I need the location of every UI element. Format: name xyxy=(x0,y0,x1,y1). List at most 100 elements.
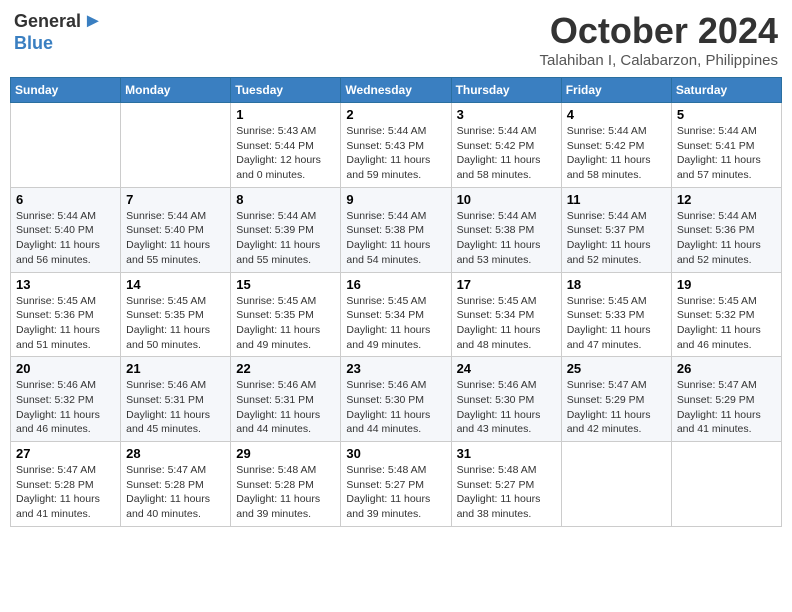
day-info: Sunrise: 5:44 AM Sunset: 5:40 PM Dayligh… xyxy=(16,209,115,268)
day-of-week-header: Friday xyxy=(561,78,671,103)
day-number: 3 xyxy=(457,107,556,122)
day-info: Sunrise: 5:46 AM Sunset: 5:32 PM Dayligh… xyxy=(16,378,115,437)
day-number: 31 xyxy=(457,446,556,461)
day-of-week-header: Saturday xyxy=(671,78,781,103)
calendar-cell: 19 Sunrise: 5:45 AM Sunset: 5:32 PM Dayli… xyxy=(671,272,781,357)
calendar-cell xyxy=(121,103,231,188)
calendar-cell: 15 Sunrise: 5:45 AM Sunset: 5:35 PM Dayli… xyxy=(231,272,341,357)
page-header: General ► Blue October 2024 Talahiban I,… xyxy=(10,10,782,69)
calendar-header-row: SundayMondayTuesdayWednesdayThursdayFrid… xyxy=(11,78,782,103)
calendar-cell: 31 Sunrise: 5:48 AM Sunset: 5:27 PM Dayli… xyxy=(451,442,561,527)
calendar-cell xyxy=(11,103,121,188)
calendar-cell: 21 Sunrise: 5:46 AM Sunset: 5:31 PM Dayli… xyxy=(121,357,231,442)
day-number: 23 xyxy=(346,361,445,376)
day-number: 15 xyxy=(236,277,335,292)
day-number: 22 xyxy=(236,361,335,376)
calendar-cell: 14 Sunrise: 5:45 AM Sunset: 5:35 PM Dayli… xyxy=(121,272,231,357)
day-info: Sunrise: 5:45 AM Sunset: 5:36 PM Dayligh… xyxy=(16,294,115,353)
day-info: Sunrise: 5:45 AM Sunset: 5:34 PM Dayligh… xyxy=(457,294,556,353)
day-info: Sunrise: 5:45 AM Sunset: 5:34 PM Dayligh… xyxy=(346,294,445,353)
day-info: Sunrise: 5:44 AM Sunset: 5:42 PM Dayligh… xyxy=(567,124,666,183)
calendar-cell: 26 Sunrise: 5:47 AM Sunset: 5:29 PM Dayli… xyxy=(671,357,781,442)
logo-arrow-icon: ► xyxy=(83,10,103,33)
calendar-cell: 17 Sunrise: 5:45 AM Sunset: 5:34 PM Dayli… xyxy=(451,272,561,357)
calendar-cell: 22 Sunrise: 5:46 AM Sunset: 5:31 PM Dayli… xyxy=(231,357,341,442)
month-title: October 2024 xyxy=(540,10,778,52)
calendar-week-row: 20 Sunrise: 5:46 AM Sunset: 5:32 PM Dayli… xyxy=(11,357,782,442)
day-info: Sunrise: 5:43 AM Sunset: 5:44 PM Dayligh… xyxy=(236,124,335,183)
day-number: 13 xyxy=(16,277,115,292)
calendar-cell: 25 Sunrise: 5:47 AM Sunset: 5:29 PM Dayli… xyxy=(561,357,671,442)
day-info: Sunrise: 5:44 AM Sunset: 5:40 PM Dayligh… xyxy=(126,209,225,268)
calendar-week-row: 13 Sunrise: 5:45 AM Sunset: 5:36 PM Dayli… xyxy=(11,272,782,357)
day-number: 27 xyxy=(16,446,115,461)
calendar-week-row: 6Sunrise: 5:44 AM Sunset: 5:40 PM Daylig… xyxy=(11,187,782,272)
day-number: 30 xyxy=(346,446,445,461)
day-number: 24 xyxy=(457,361,556,376)
logo-general-text: General xyxy=(14,11,81,32)
day-info: Sunrise: 5:45 AM Sunset: 5:35 PM Dayligh… xyxy=(236,294,335,353)
day-number: 26 xyxy=(677,361,776,376)
day-number: 19 xyxy=(677,277,776,292)
calendar-table: SundayMondayTuesdayWednesdayThursdayFrid… xyxy=(10,77,782,527)
day-number: 10 xyxy=(457,192,556,207)
day-info: Sunrise: 5:46 AM Sunset: 5:31 PM Dayligh… xyxy=(126,378,225,437)
day-info: Sunrise: 5:44 AM Sunset: 5:41 PM Dayligh… xyxy=(677,124,776,183)
day-info: Sunrise: 5:47 AM Sunset: 5:29 PM Dayligh… xyxy=(567,378,666,437)
day-of-week-header: Sunday xyxy=(11,78,121,103)
day-number: 11 xyxy=(567,192,666,207)
day-info: Sunrise: 5:44 AM Sunset: 5:38 PM Dayligh… xyxy=(346,209,445,268)
title-block: October 2024 Talahiban I, Calabarzon, Ph… xyxy=(540,10,778,69)
calendar-week-row: 27 Sunrise: 5:47 AM Sunset: 5:28 PM Dayli… xyxy=(11,442,782,527)
calendar-cell: 20 Sunrise: 5:46 AM Sunset: 5:32 PM Dayli… xyxy=(11,357,121,442)
day-number: 25 xyxy=(567,361,666,376)
calendar-cell: 9 Sunrise: 5:44 AM Sunset: 5:38 PM Daylig… xyxy=(341,187,451,272)
calendar-cell: 4 Sunrise: 5:44 AM Sunset: 5:42 PM Daylig… xyxy=(561,103,671,188)
logo: General ► Blue xyxy=(14,10,103,54)
day-info: Sunrise: 5:44 AM Sunset: 5:42 PM Dayligh… xyxy=(457,124,556,183)
day-info: Sunrise: 5:46 AM Sunset: 5:31 PM Dayligh… xyxy=(236,378,335,437)
calendar-cell: 28Sunrise: 5:47 AM Sunset: 5:28 PM Dayli… xyxy=(121,442,231,527)
day-number: 8 xyxy=(236,192,335,207)
day-number: 5 xyxy=(677,107,776,122)
day-info: Sunrise: 5:47 AM Sunset: 5:29 PM Dayligh… xyxy=(677,378,776,437)
day-info: Sunrise: 5:45 AM Sunset: 5:33 PM Dayligh… xyxy=(567,294,666,353)
calendar-cell: 29Sunrise: 5:48 AM Sunset: 5:28 PM Dayli… xyxy=(231,442,341,527)
day-number: 4 xyxy=(567,107,666,122)
day-info: Sunrise: 5:44 AM Sunset: 5:37 PM Dayligh… xyxy=(567,209,666,268)
calendar-cell: 3 Sunrise: 5:44 AM Sunset: 5:42 PM Daylig… xyxy=(451,103,561,188)
day-number: 20 xyxy=(16,361,115,376)
calendar-cell: 2 Sunrise: 5:44 AM Sunset: 5:43 PM Daylig… xyxy=(341,103,451,188)
day-of-week-header: Wednesday xyxy=(341,78,451,103)
day-info: Sunrise: 5:46 AM Sunset: 5:30 PM Dayligh… xyxy=(346,378,445,437)
calendar-cell: 18 Sunrise: 5:45 AM Sunset: 5:33 PM Dayli… xyxy=(561,272,671,357)
day-number: 18 xyxy=(567,277,666,292)
day-info: Sunrise: 5:47 AM Sunset: 5:28 PM Dayligh… xyxy=(16,463,115,522)
calendar-cell: 30 Sunrise: 5:48 AM Sunset: 5:27 PM Dayli… xyxy=(341,442,451,527)
calendar-cell: 8 Sunrise: 5:44 AM Sunset: 5:39 PM Daylig… xyxy=(231,187,341,272)
day-info: Sunrise: 5:47 AM Sunset: 5:28 PM Dayligh… xyxy=(126,463,225,522)
day-info: Sunrise: 5:44 AM Sunset: 5:39 PM Dayligh… xyxy=(236,209,335,268)
day-of-week-header: Thursday xyxy=(451,78,561,103)
day-number: 14 xyxy=(126,277,225,292)
day-info: Sunrise: 5:48 AM Sunset: 5:27 PM Dayligh… xyxy=(457,463,556,522)
calendar-cell: 5 Sunrise: 5:44 AM Sunset: 5:41 PM Daylig… xyxy=(671,103,781,188)
day-info: Sunrise: 5:48 AM Sunset: 5:27 PM Dayligh… xyxy=(346,463,445,522)
day-number: 21 xyxy=(126,361,225,376)
day-number: 2 xyxy=(346,107,445,122)
day-info: Sunrise: 5:45 AM Sunset: 5:35 PM Dayligh… xyxy=(126,294,225,353)
day-info: Sunrise: 5:45 AM Sunset: 5:32 PM Dayligh… xyxy=(677,294,776,353)
calendar-cell: 12Sunrise: 5:44 AM Sunset: 5:36 PM Dayli… xyxy=(671,187,781,272)
day-number: 1 xyxy=(236,107,335,122)
calendar-cell: 1 Sunrise: 5:43 AM Sunset: 5:44 PM Daylig… xyxy=(231,103,341,188)
day-number: 7 xyxy=(126,192,225,207)
day-info: Sunrise: 5:44 AM Sunset: 5:36 PM Dayligh… xyxy=(677,209,776,268)
day-of-week-header: Tuesday xyxy=(231,78,341,103)
day-number: 9 xyxy=(346,192,445,207)
calendar-cell: 23 Sunrise: 5:46 AM Sunset: 5:30 PM Dayli… xyxy=(341,357,451,442)
logo-blue-text: Blue xyxy=(14,33,53,54)
location-text: Talahiban I, Calabarzon, Philippines xyxy=(540,52,778,69)
day-info: Sunrise: 5:44 AM Sunset: 5:38 PM Dayligh… xyxy=(457,209,556,268)
day-info: Sunrise: 5:44 AM Sunset: 5:43 PM Dayligh… xyxy=(346,124,445,183)
day-number: 17 xyxy=(457,277,556,292)
